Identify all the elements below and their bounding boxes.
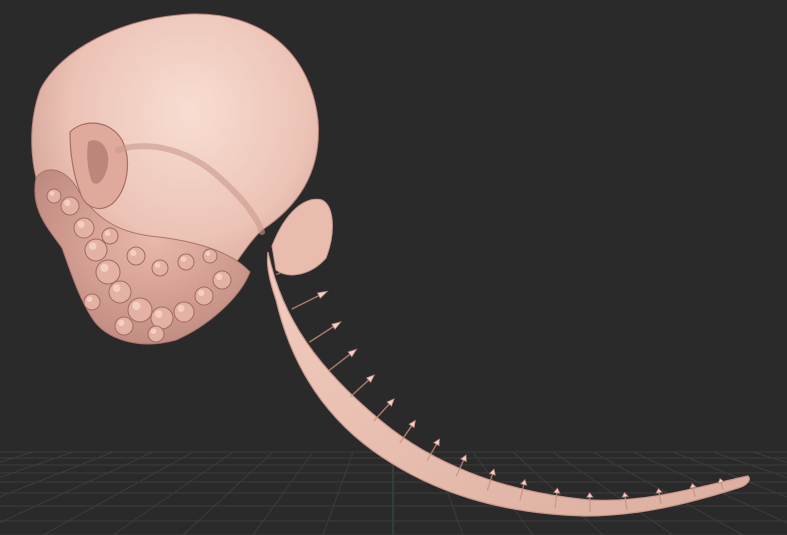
- segmented-tail: [266, 198, 750, 517]
- face-bump: [126, 246, 146, 266]
- tail-segment-ring: [373, 402, 391, 422]
- tail-spikes: [304, 257, 725, 498]
- tail-spike: [408, 419, 416, 429]
- tail-spike: [331, 321, 342, 330]
- face-bump: [73, 217, 95, 239]
- viewport-canvas[interactable]: [0, 0, 787, 535]
- face-bump: [194, 286, 214, 306]
- face-bump-highlight: [198, 289, 205, 296]
- face-bump-highlight: [154, 262, 161, 269]
- face-bump: [147, 325, 165, 343]
- tail-segment-ring: [328, 352, 352, 372]
- face-bump-highlight: [132, 301, 141, 310]
- sculpt-viewport[interactable]: [0, 0, 787, 535]
- face-bump-highlight: [112, 284, 121, 292]
- face-bump-highlight: [154, 310, 163, 318]
- face-bump: [127, 297, 153, 323]
- face-bump-highlight: [77, 221, 85, 228]
- face-bump: [83, 293, 101, 311]
- face-bump-highlight: [86, 296, 93, 303]
- tail-spike: [488, 468, 496, 476]
- tail-segment-ring: [291, 294, 321, 310]
- face-bump-highlight: [177, 305, 185, 312]
- face-bump-highlight: [49, 191, 55, 196]
- face-bump-highlight: [180, 256, 187, 263]
- tail-spike: [460, 454, 467, 463]
- face-bump: [95, 259, 121, 285]
- face-bump: [202, 248, 218, 264]
- tail-spike: [316, 290, 329, 299]
- tail-segment-ring: [349, 378, 371, 398]
- tail-segment-ring: [309, 325, 335, 343]
- face-bump: [101, 227, 119, 245]
- tail-body: [266, 251, 750, 517]
- face-bump: [46, 188, 62, 204]
- tail-spike: [433, 438, 440, 447]
- face-bump: [151, 259, 169, 277]
- face-bump-highlight: [88, 242, 97, 250]
- face-bump-highlight: [118, 319, 125, 326]
- face-bump-highlight: [150, 328, 157, 335]
- face-bump: [173, 301, 195, 323]
- face-bump-highlight: [64, 199, 71, 207]
- face-bump-highlight: [216, 273, 223, 280]
- tail-spike: [689, 483, 697, 489]
- face-bump: [84, 238, 108, 262]
- face-bump: [60, 196, 80, 216]
- face-bump: [177, 253, 195, 271]
- face-bump-highlight: [130, 249, 137, 256]
- face-bump-highlight: [205, 251, 211, 256]
- face-bump: [212, 270, 232, 290]
- face-bump: [114, 316, 134, 336]
- face-bump-highlight: [100, 263, 109, 272]
- face-bump-highlight: [104, 230, 111, 236]
- tail-spike: [520, 478, 528, 486]
- face-bump: [108, 280, 132, 304]
